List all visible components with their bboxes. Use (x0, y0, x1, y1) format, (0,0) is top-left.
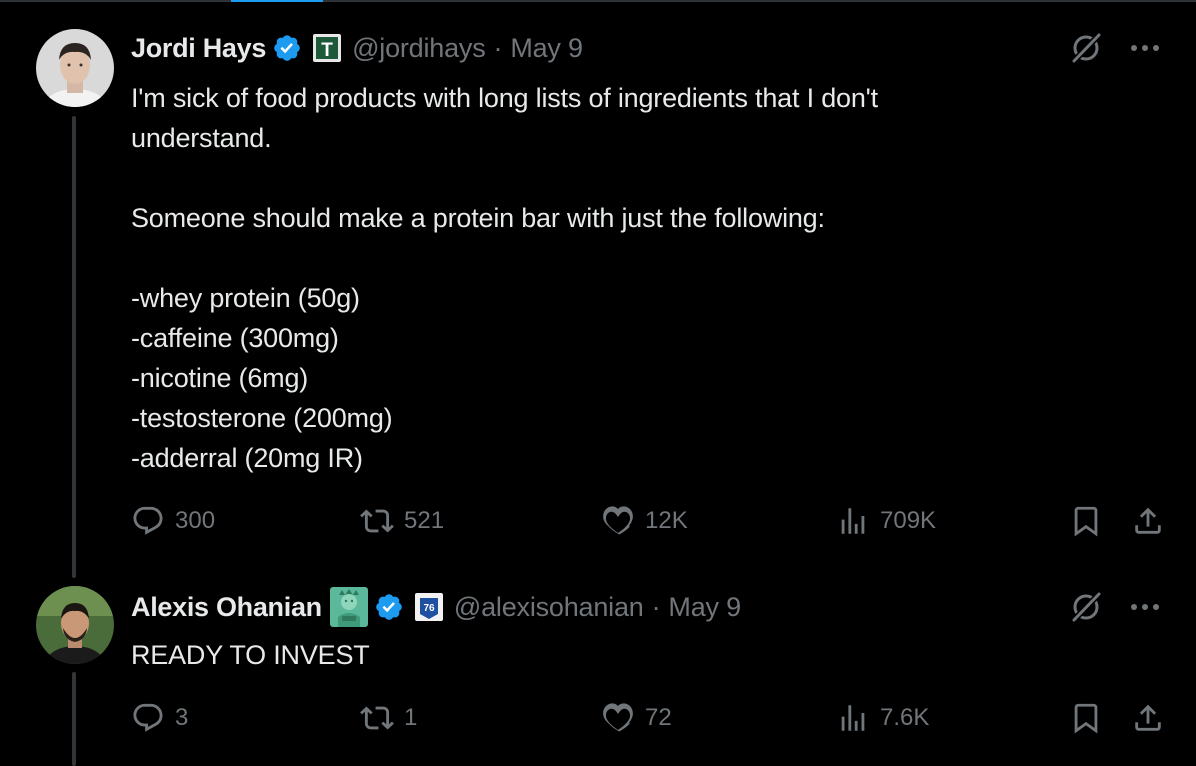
reply-icon (133, 506, 163, 535)
more-icon[interactable] (1130, 602, 1160, 612)
verified-badge-icon[interactable] (374, 592, 404, 622)
svg-text:T: T (321, 40, 333, 61)
author-handle[interactable]: @alexisohanian (454, 592, 644, 623)
separator-dot: · (493, 32, 503, 63)
author-name[interactable]: Alexis Ohanian (131, 592, 322, 623)
share-icon (1135, 507, 1161, 534)
tweet-top-actions (1068, 589, 1160, 625)
reply-button[interactable]: 3 (131, 698, 188, 738)
like-button[interactable]: 72 (601, 698, 672, 738)
views-icon (841, 705, 865, 731)
reply-button[interactable]: 300 (131, 501, 215, 541)
repost-button[interactable]: 1 (360, 698, 417, 738)
share-icon (1135, 704, 1161, 731)
svg-text:76: 76 (423, 603, 435, 614)
tweet-actions: 300 521 12K 709K (131, 501, 1171, 541)
like-icon (603, 703, 633, 732)
more-icon[interactable] (1130, 43, 1160, 53)
share-button[interactable] (1131, 698, 1175, 738)
grok-icon[interactable] (1068, 589, 1104, 625)
like-icon (603, 506, 633, 535)
verified-badge-icon[interactable] (272, 33, 302, 63)
author-handle[interactable]: @jordihays (352, 33, 486, 64)
tweet-date[interactable]: May 9 (510, 33, 583, 64)
tweet-actions: 3 1 72 7.6K (131, 698, 1171, 738)
like-count: 72 (645, 704, 672, 731)
author-name[interactable]: Jordi Hays (131, 33, 266, 64)
views-count: 709K (880, 507, 937, 534)
affiliation-badge[interactable]: 76 (414, 592, 444, 622)
reply-count: 3 (175, 704, 189, 731)
bookmark-icon (1074, 506, 1098, 537)
avatar[interactable] (36, 29, 114, 107)
separator-dot: · (651, 591, 661, 622)
views-button[interactable]: 709K (836, 501, 936, 541)
grok-icon[interactable] (1068, 30, 1104, 66)
tweet[interactable]: Alexis Ohanian 76 @alexisohanian · May 9 (0, 580, 1196, 766)
bookmark-icon (1074, 703, 1098, 734)
share-button[interactable] (1131, 501, 1175, 541)
avatar[interactable] (36, 586, 114, 664)
views-count: 7.6K (880, 704, 930, 731)
tweet-header: Alexis Ohanian 76 @alexisohanian · May 9 (131, 587, 741, 627)
affiliation-badge[interactable]: T (312, 33, 342, 63)
repost-icon (360, 706, 394, 730)
repost-count: 521 (404, 507, 445, 534)
bookmark-button[interactable] (1069, 698, 1113, 738)
repost-count: 1 (404, 704, 418, 731)
like-count: 12K (645, 507, 688, 534)
tweet-text: READY TO INVEST (131, 640, 370, 670)
statue-of-liberty-emoji (329, 587, 368, 627)
tweet-date[interactable]: May 9 (668, 592, 741, 623)
tweet-header: Jordi Hays T @jordihays · May 9 (131, 31, 583, 65)
repost-icon (360, 509, 394, 533)
tweet-text: I'm sick of food products with long list… (131, 83, 878, 473)
tweet[interactable]: Jordi Hays T @jordihays · May 9 I'm sick… (0, 0, 1196, 580)
repost-button[interactable]: 521 (360, 501, 444, 541)
views-button[interactable]: 7.6K (836, 698, 929, 738)
tweet-top-actions (1068, 30, 1160, 66)
bookmark-button[interactable] (1069, 501, 1113, 541)
like-button[interactable]: 12K (601, 501, 688, 541)
views-icon (841, 508, 865, 534)
reply-count: 300 (175, 507, 216, 534)
reply-icon (133, 703, 163, 732)
